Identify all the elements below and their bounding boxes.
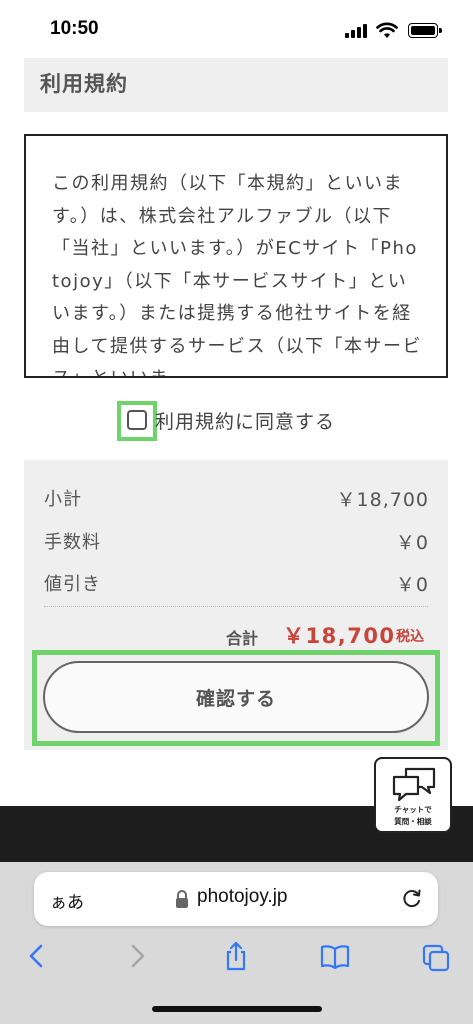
agree-checkbox[interactable] (127, 410, 147, 430)
battery-icon (408, 23, 442, 38)
chat-label-line2: 質問・相談 (394, 817, 432, 826)
back-icon[interactable] (22, 940, 52, 972)
subtotal-label: 小計 (44, 489, 82, 510)
discount-label: 値引き (44, 574, 101, 595)
subtotal-value: ￥18,700 (336, 489, 429, 511)
home-indicator (152, 1006, 322, 1012)
confirm-button[interactable]: 確認する (43, 661, 429, 733)
summary-divider (44, 606, 428, 607)
agree-label[interactable]: 利用規約に同意する (155, 407, 335, 434)
url-text[interactable]: photojoy.jp (197, 886, 288, 908)
wifi-icon (376, 22, 398, 38)
total-value: ￥18,700 (283, 624, 396, 648)
tabs-icon[interactable] (421, 940, 451, 972)
chat-support-button[interactable]: チャットで 質問・相談 (374, 757, 452, 833)
terms-heading: 利用規約 (40, 72, 128, 96)
terms-text: この利用規約（以下「本規約」といいます。）は、株式会社アルファブル（以下「当社」… (52, 173, 422, 376)
discount-value: ￥0 (395, 574, 429, 596)
cellular-signal-icon (345, 24, 371, 38)
fee-label: 手数料 (44, 532, 101, 553)
fee-value: ￥0 (395, 532, 429, 554)
chat-bubbles-icon (392, 767, 436, 802)
status-time: 10:50 (50, 18, 99, 39)
tax-included-label: 税込 (396, 629, 424, 645)
terms-scroll-box[interactable]: この利用規約（以下「本規約」といいます。）は、株式会社アルファブル（以下「当社」… (24, 134, 448, 378)
chat-label-line1: チャットで (394, 805, 432, 814)
page-settings-button[interactable]: ぁあ (50, 888, 84, 913)
reload-icon[interactable] (400, 886, 424, 910)
forward-icon[interactable] (122, 940, 152, 972)
bookmarks-icon[interactable] (320, 940, 350, 972)
share-icon[interactable] (221, 940, 251, 972)
lock-icon (176, 890, 188, 908)
total-label: 合計 (226, 629, 259, 648)
